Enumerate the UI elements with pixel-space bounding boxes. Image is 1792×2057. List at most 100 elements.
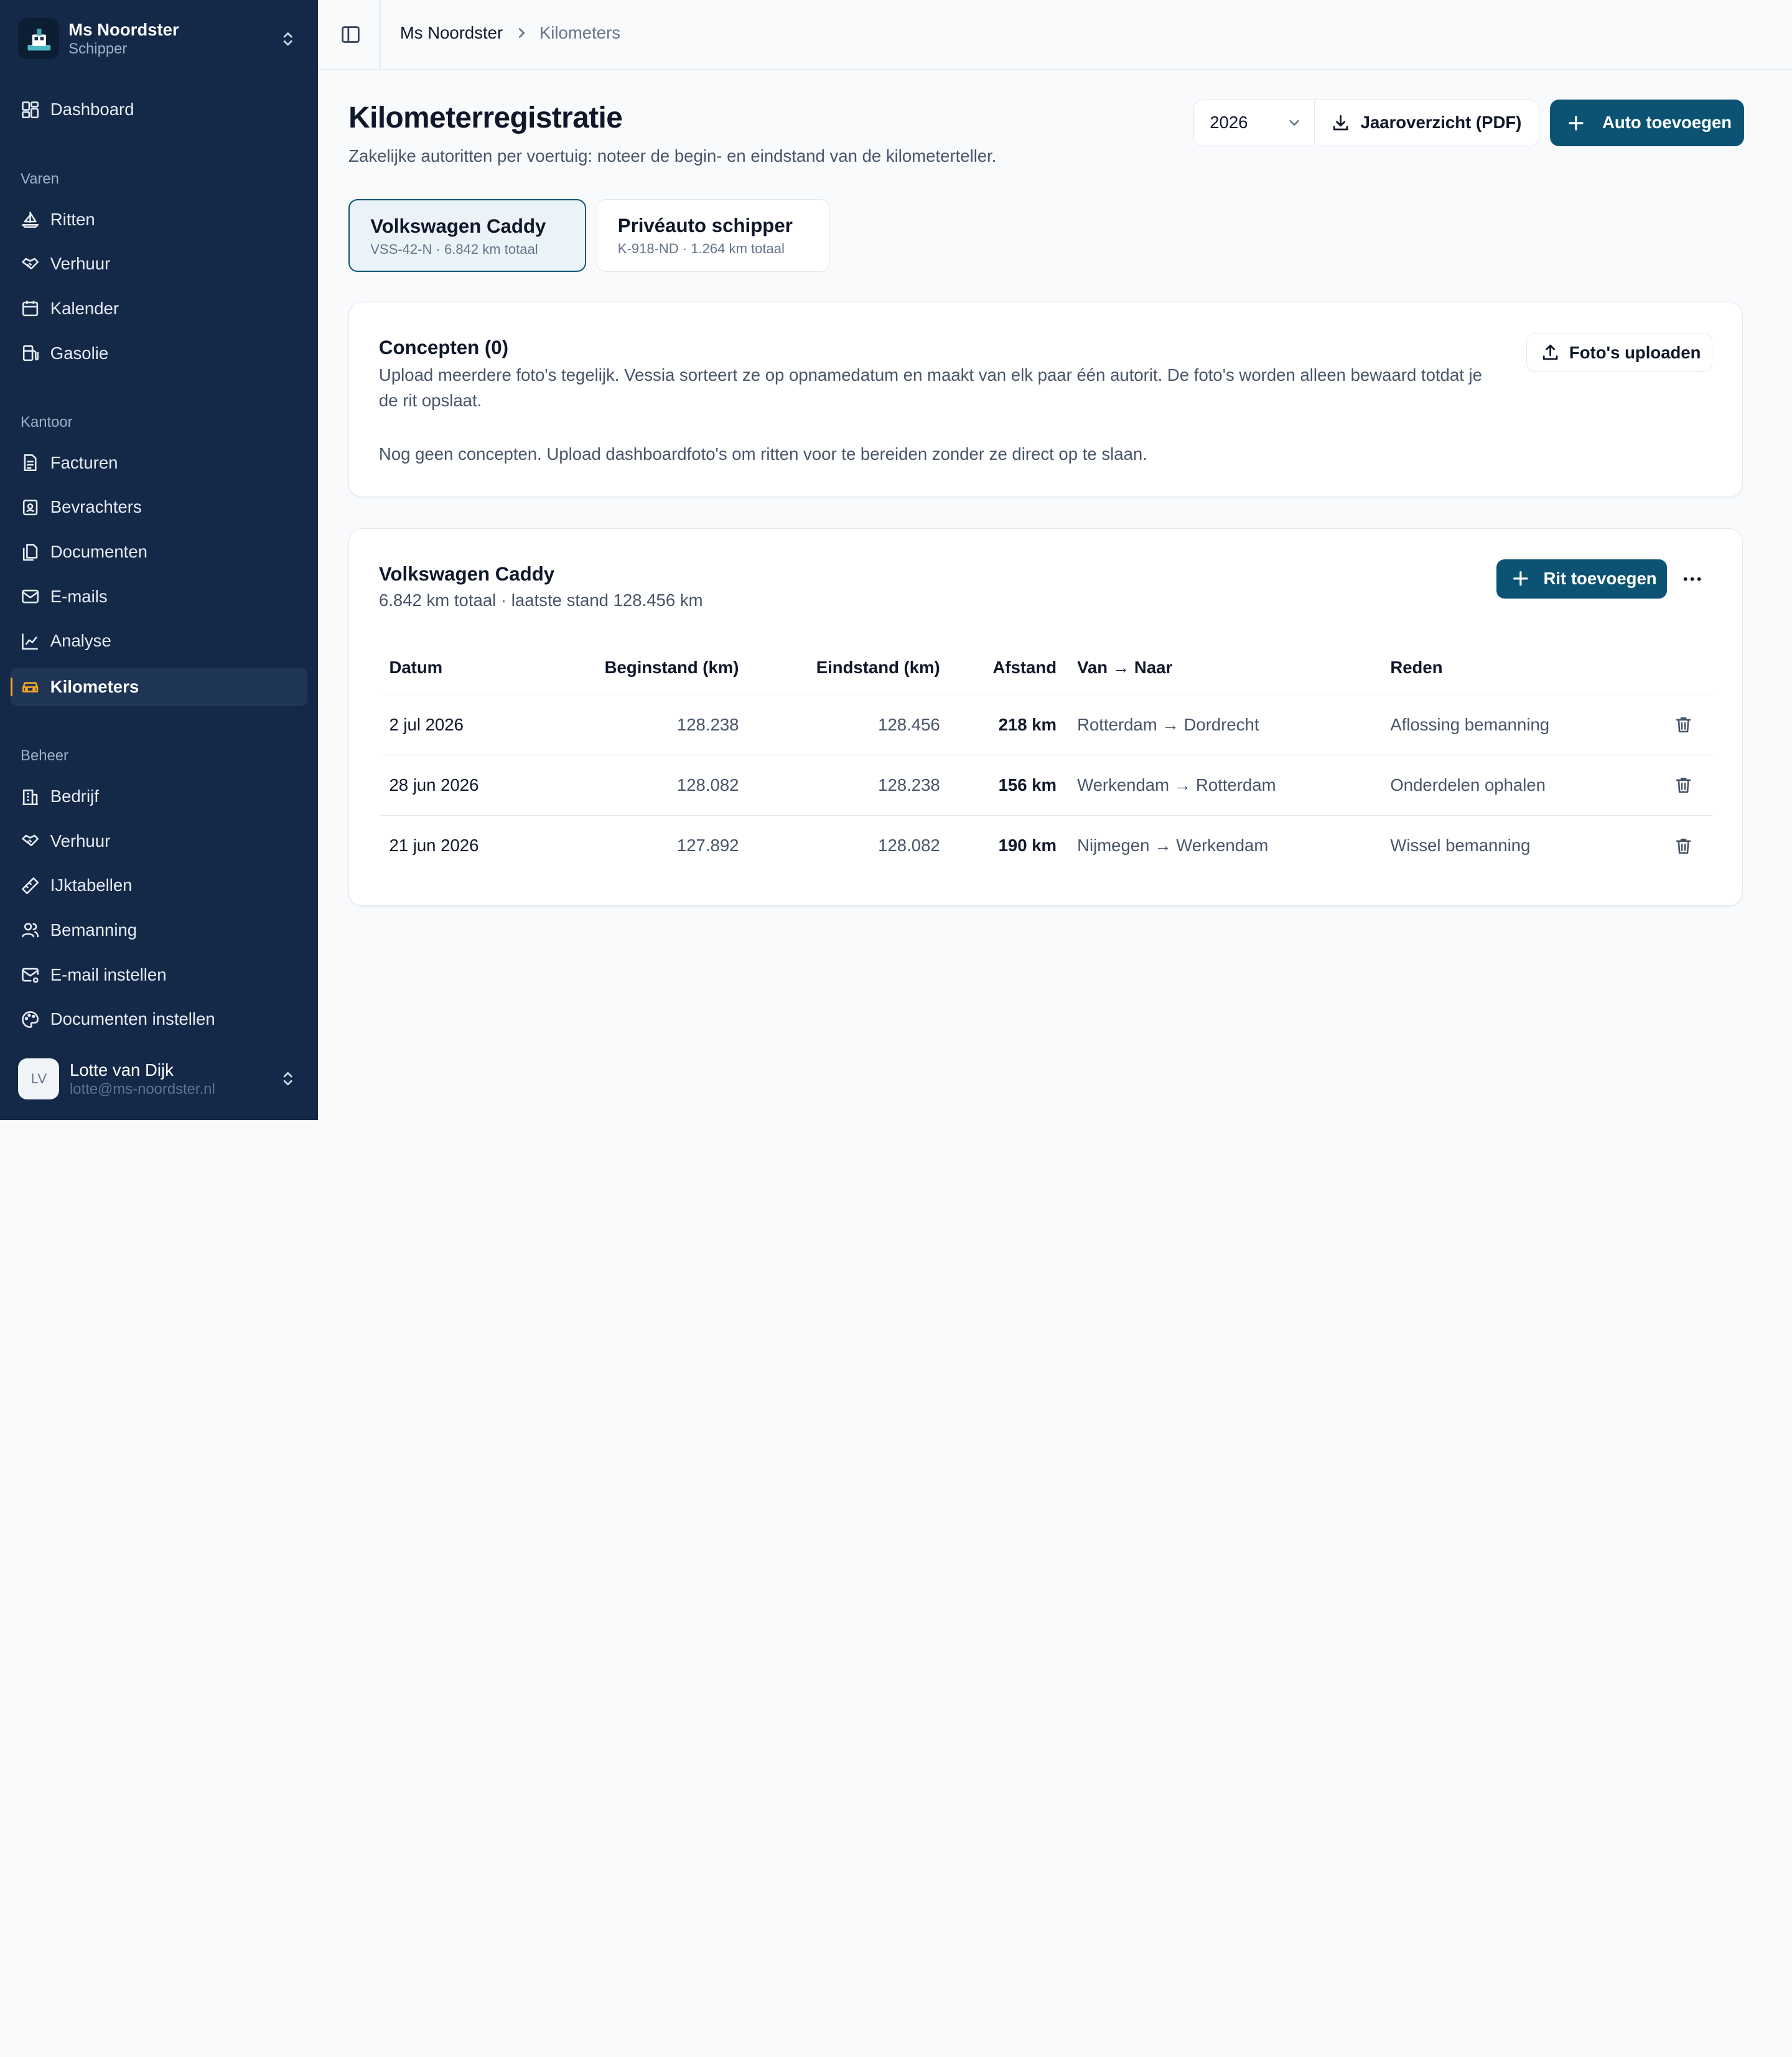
nav-bedrijf[interactable]: Bedrijf bbox=[11, 777, 308, 816]
annual-report-pdf-button[interactable]: Jaaroverzicht (PDF) bbox=[1314, 99, 1540, 147]
add-car-label: Auto toevoegen bbox=[1602, 113, 1732, 133]
cell-afstand: 190 km bbox=[998, 836, 1057, 856]
vehicle-meta: VSS-42-N · 6.842 km totaal bbox=[370, 241, 538, 257]
add-trip-button[interactable]: Rit toevoegen bbox=[1496, 559, 1667, 599]
org-role: Schipper bbox=[68, 40, 128, 58]
nav-label: Kalender bbox=[50, 298, 119, 318]
nav-kilometers[interactable]: Kilometers bbox=[10, 667, 308, 707]
col-reden: Reden bbox=[1379, 641, 1631, 695]
nav-email-instellen[interactable]: E-mail instellen bbox=[11, 955, 308, 994]
upload-icon bbox=[1542, 345, 1558, 360]
building-icon bbox=[22, 789, 38, 805]
section-label-beheer: Beheer bbox=[21, 747, 68, 765]
files-icon bbox=[22, 543, 38, 561]
divider bbox=[379, 0, 381, 69]
nav-documenten-instellen[interactable]: Documenten instellen bbox=[11, 1000, 308, 1038]
breadcrumb-current: Kilometers bbox=[539, 22, 621, 42]
nav-label: Ritten bbox=[50, 209, 95, 229]
fuel-icon bbox=[22, 345, 39, 361]
section-label-varen: Varen bbox=[21, 170, 59, 187]
trips-card: Volkswagen Caddy 6.842 km totaal · laats… bbox=[348, 528, 1743, 907]
section-label-kantoor: Kantoor bbox=[21, 413, 73, 431]
nav-bemanning[interactable]: Bemanning bbox=[11, 911, 308, 949]
calendar-icon bbox=[22, 301, 39, 317]
sidebar-toggle-icon[interactable] bbox=[340, 24, 361, 45]
nav-label: E-mails bbox=[50, 586, 108, 606]
sidebar: Ms Noordster Schipper Dashboard Varen Ri… bbox=[0, 0, 318, 1120]
nav-label: Bevrachters bbox=[50, 497, 142, 517]
col-route: Van → Naar bbox=[1066, 641, 1380, 695]
add-car-button[interactable]: Auto toevoegen bbox=[1549, 99, 1744, 147]
car-icon bbox=[22, 682, 39, 693]
col-beginstand: Beginstand (km) bbox=[516, 641, 749, 695]
mail-settings-icon bbox=[22, 968, 39, 983]
nav-label: Kilometers bbox=[50, 676, 139, 696]
user-menu[interactable]: LV Lotte van Dijk lotte@ms-noordster.nl bbox=[18, 1056, 304, 1101]
cell-datum: 28 jun 2026 bbox=[378, 755, 516, 816]
cell-reden: Onderdelen ophalen bbox=[1379, 755, 1631, 816]
cell-eindstand: 128.238 bbox=[749, 755, 951, 816]
nav-documenten[interactable]: Documenten bbox=[11, 533, 308, 571]
nav-verhuur-beheer[interactable]: Verhuur bbox=[11, 822, 308, 861]
nav-label: Gasolie bbox=[50, 343, 109, 363]
vehicle-tab-caddy[interactable]: Volkswagen Caddy VSS-42-N · 6.842 km tot… bbox=[348, 198, 587, 273]
nav-ijktabellen[interactable]: IJktabellen bbox=[11, 866, 308, 905]
concepts-card: Concepten (0) Upload meerdere foto's teg… bbox=[348, 301, 1743, 497]
main-content: Ms Noordster Kilometers Kilometerregistr… bbox=[317, 0, 1792, 1120]
upload-photos-button[interactable]: Foto's uploaden bbox=[1526, 333, 1713, 372]
table-row: 21 jun 2026 127.892 128.082 190 km Nijme… bbox=[379, 816, 1712, 876]
plus-icon bbox=[1569, 115, 1584, 131]
cell-actions bbox=[1631, 816, 1712, 876]
trash-icon[interactable] bbox=[1674, 836, 1693, 856]
org-switcher[interactable]: Ms Noordster Schipper bbox=[18, 16, 304, 62]
cell-reden: Aflossing bemanning bbox=[1379, 694, 1631, 755]
col-actions bbox=[1631, 641, 1713, 695]
more-options-icon[interactable] bbox=[1678, 567, 1706, 590]
breadcrumb-root[interactable]: Ms Noordster bbox=[400, 23, 503, 43]
table-row: 28 jun 2026 128.082 128.238 156 km Werke… bbox=[378, 755, 1713, 816]
nav-label: Verhuur bbox=[50, 831, 111, 851]
year-value: 2026 bbox=[1210, 113, 1248, 133]
nav-label: Dashboard bbox=[50, 100, 134, 119]
nav-label: Bedrijf bbox=[50, 786, 99, 806]
trash-icon[interactable] bbox=[1674, 775, 1693, 795]
nav-verhuur[interactable]: Verhuur bbox=[11, 245, 308, 283]
add-trip-label: Rit toevoegen bbox=[1543, 569, 1657, 589]
col-datum: Datum bbox=[378, 641, 516, 695]
boat-logo-icon bbox=[18, 18, 60, 60]
nav-emails[interactable]: E-mails bbox=[11, 577, 308, 616]
breadcrumb: Ms Noordster Kilometers bbox=[400, 23, 620, 43]
year-select[interactable]: 2026 bbox=[1193, 99, 1316, 147]
mail-icon bbox=[22, 589, 39, 604]
table-header-row: Datum Beginstand (km) Eindstand (km) Afs… bbox=[378, 641, 1713, 695]
chevron-down-icon bbox=[1289, 120, 1299, 126]
users-icon bbox=[22, 923, 39, 938]
nav-gasolie[interactable]: Gasolie bbox=[11, 334, 308, 372]
cell-actions bbox=[1631, 755, 1713, 816]
nav-analyse[interactable]: Analyse bbox=[11, 622, 308, 660]
chevron-right-icon bbox=[515, 26, 528, 40]
nav-dashboard[interactable]: Dashboard bbox=[11, 90, 308, 129]
vehicle-tab-priveauto[interactable]: Privéauto schipper K-918-ND · 1.264 km t… bbox=[596, 198, 830, 273]
nav-kalender[interactable]: Kalender bbox=[11, 289, 308, 328]
sailboat-icon bbox=[22, 212, 39, 228]
cell-datum: 2 jul 2026 bbox=[378, 694, 516, 755]
cell-route: Werkendam → Rotterdam bbox=[1066, 755, 1380, 816]
nav-bevrachters[interactable]: Bevrachters bbox=[11, 488, 308, 526]
concepts-empty-state: Nog geen concepten. Upload dashboardfoto… bbox=[378, 444, 1147, 464]
cell-reden: Wissel bemanning bbox=[1390, 836, 1531, 856]
vehicle-meta: K-918-ND · 1.264 km totaal bbox=[617, 240, 785, 256]
cell-beginstand: 128.082 bbox=[516, 755, 749, 816]
nav-label: IJktabellen bbox=[50, 875, 133, 895]
nav-label: Facturen bbox=[50, 452, 118, 472]
handshake-icon bbox=[22, 258, 39, 269]
vehicle-name: Volkswagen Caddy bbox=[370, 215, 546, 237]
trash-icon[interactable] bbox=[1674, 715, 1693, 734]
top-bar: Ms Noordster Kilometers bbox=[317, 0, 1792, 70]
nav-label: Documenten instellen bbox=[50, 1009, 215, 1029]
vehicle-name: Privéauto schipper bbox=[617, 214, 793, 236]
cell-afstand: 218 km bbox=[950, 694, 1067, 755]
nav-facturen[interactable]: Facturen bbox=[11, 444, 308, 482]
nav-ritten[interactable]: Ritten bbox=[11, 200, 308, 238]
nav-label: Bemanning bbox=[50, 920, 138, 940]
